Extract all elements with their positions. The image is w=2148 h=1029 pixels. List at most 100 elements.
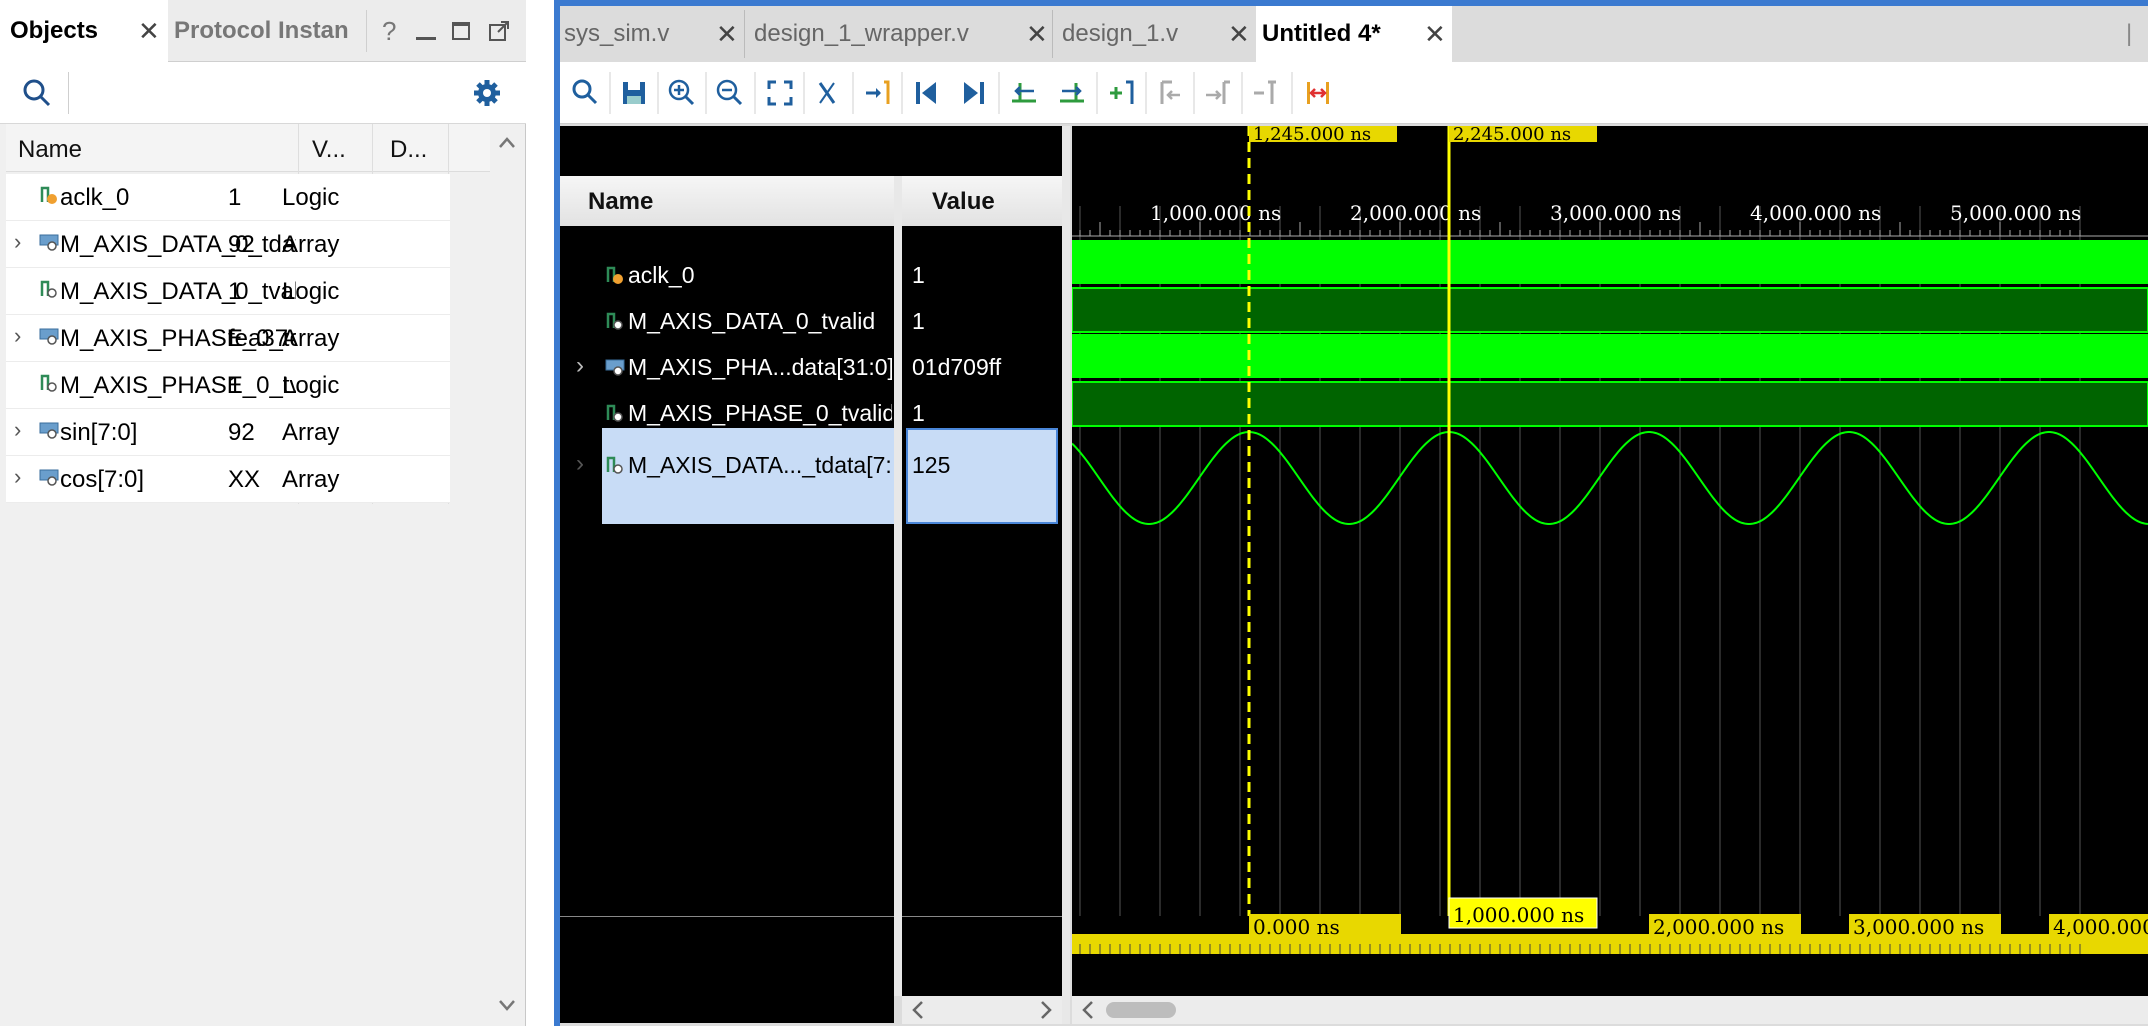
- go-to-cursor-icon[interactable]: [866, 80, 890, 104]
- gear-icon[interactable]: [462, 68, 512, 118]
- logic-signal-icon: [38, 278, 60, 307]
- primary-cursor-label: 1,245.000 ns: [1253, 126, 1371, 145]
- cursor-snap-icon[interactable]: [818, 82, 836, 104]
- chevron-right-icon[interactable]: ›: [14, 464, 21, 490]
- cursor-delta-label: 1,000.000 ns: [1453, 903, 1584, 927]
- close-icon[interactable]: ✕: [138, 16, 160, 47]
- delta-marker-label: 0.000 ns: [1253, 915, 1340, 939]
- objects-vertical-scrollbar[interactable]: [492, 124, 522, 1024]
- chevron-right-icon[interactable]: ›: [576, 450, 584, 478]
- chevron-right-icon[interactable]: ›: [14, 229, 21, 255]
- search-icon[interactable]: [572, 79, 598, 105]
- signal-name[interactable]: M_AXIS_PHA...data[31:0]: [628, 354, 892, 381]
- m-axis-phase-tdata-waveform: [1072, 334, 2148, 378]
- maximize-icon[interactable]: [446, 0, 482, 62]
- bus-signal-icon: [38, 419, 60, 448]
- signal-name[interactable]: M_AXIS_DATA_0_tvalid: [628, 308, 892, 335]
- value-wave-splitter[interactable]: [1062, 126, 1070, 1024]
- close-icon[interactable]: ✕: [1026, 19, 1048, 50]
- zoom-in-icon[interactable]: [668, 79, 695, 106]
- tab-design-1[interactable]: design_1.v ✕: [1058, 6, 1254, 62]
- signal-name-pane: [560, 126, 894, 1023]
- object-type: Array: [282, 466, 340, 493]
- waveform-display[interactable]: 1,000.000 ns 2,000.000 ns 3,000.000 ns 4,00…: [1072, 126, 2148, 996]
- close-icon[interactable]: ✕: [716, 19, 738, 50]
- object-row[interactable]: M_AXIS_PHASE_0_tvalid1Logic: [6, 362, 450, 409]
- tab-design-1-wrapper[interactable]: design_1_wrapper.v ✕: [750, 6, 1050, 62]
- signal-value: 1: [912, 262, 925, 288]
- next-transition-icon[interactable]: [1060, 83, 1084, 103]
- previous-transition-icon[interactable]: [1012, 83, 1036, 103]
- column-header-value[interactable]: V...: [312, 136, 346, 164]
- chevron-right-icon[interactable]: ›: [14, 323, 21, 349]
- object-row[interactable]: › cos[7:0] XX Array: [6, 456, 450, 503]
- next-marker-icon[interactable]: [1206, 80, 1230, 104]
- waveform-horizontal-scrollbar[interactable]: [1072, 996, 2148, 1024]
- float-window-icon[interactable]: [482, 0, 518, 62]
- tab-design-1-label: design_1.v: [1062, 20, 1179, 47]
- signal-value: 1: [912, 400, 925, 426]
- close-icon[interactable]: ✕: [1424, 19, 1446, 50]
- value-column-header[interactable]: Value: [902, 176, 1062, 226]
- search-icon[interactable]: [12, 68, 62, 118]
- signal-value-pane: [902, 126, 1062, 1023]
- help-icon[interactable]: ?: [376, 0, 412, 62]
- previous-marker-icon[interactable]: [1160, 80, 1180, 104]
- time-ruler-label: 4,000.000 ns: [1750, 201, 1881, 225]
- go-to-start-icon[interactable]: [916, 82, 936, 104]
- delete-marker-icon[interactable]: [1254, 80, 1276, 104]
- signal-name[interactable]: M_AXIS_PHASE_0_tvalid: [628, 400, 892, 427]
- objects-toolbar: [0, 62, 526, 124]
- value-horizontal-scrollbar[interactable]: [902, 996, 1062, 1024]
- object-row[interactable]: aclk_0 1 Logic: [6, 174, 450, 221]
- go-to-end-icon[interactable]: [964, 82, 984, 104]
- tab-untitled-4[interactable]: Untitled 4* ✕: [1256, 6, 1452, 62]
- object-type: Array: [282, 231, 340, 258]
- minimize-icon[interactable]: [410, 0, 446, 62]
- add-marker-icon[interactable]: [1110, 80, 1134, 104]
- chevron-right-icon[interactable]: ›: [14, 417, 21, 443]
- signal-name[interactable]: M_AXIS_DATA..._tdata[7:0]: [628, 452, 892, 479]
- tab-objects[interactable]: Objects ✕: [0, 0, 168, 62]
- column-header-name[interactable]: Name: [18, 136, 82, 164]
- tab-protocol-instances[interactable]: Protocol Instan: [168, 0, 364, 62]
- m-axis-phase-tvalid-waveform: [1072, 381, 2148, 427]
- object-type: Logic: [282, 184, 340, 211]
- delta-marker-label: 2,000.000 ns: [1653, 915, 1784, 939]
- object-row[interactable]: ›M_AXIS_PHASE_0_tdata[31:0]fea37Array: [6, 315, 450, 362]
- object-type: Array: [282, 419, 340, 446]
- signal-value: 1: [912, 308, 925, 334]
- name-column-header[interactable]: Name: [560, 176, 894, 226]
- object-row[interactable]: › sin[7:0] 92 Array: [6, 409, 450, 456]
- column-header-type[interactable]: D...: [390, 136, 427, 164]
- zoom-fit-icon[interactable]: [767, 80, 793, 106]
- waveform-toolbar: [560, 62, 2148, 124]
- object-row[interactable]: ›M_AXIS_DATA_0_tdata[15:0]92Array: [6, 221, 450, 268]
- object-row[interactable]: M_AXIS_DATA_0_tvalid 1 Logic: [6, 268, 450, 315]
- save-icon[interactable]: [623, 82, 645, 104]
- tab-sys-sim-label: sys_sim.v: [564, 20, 670, 47]
- aclk-0-waveform: [1072, 240, 2148, 284]
- objects-tab-bar: Objects ✕ Protocol Instan ?: [0, 0, 526, 62]
- object-type: Logic: [282, 372, 340, 399]
- zoom-out-icon[interactable]: [716, 79, 743, 106]
- close-icon[interactable]: ✕: [1228, 19, 1250, 50]
- logic-signal-icon: [604, 310, 626, 337]
- delta-marker-label: 3,000.000 ns: [1853, 915, 1984, 939]
- clock-signal-icon: [604, 264, 626, 291]
- name-value-splitter[interactable]: [894, 176, 902, 996]
- value-column-label: Value: [932, 188, 995, 215]
- signal-name[interactable]: aclk_0: [628, 262, 892, 289]
- panel-more-icon[interactable]: |: [2126, 6, 2148, 62]
- tab-design-1-wrapper-label: design_1_wrapper.v: [754, 20, 969, 47]
- tab-sys-sim[interactable]: sys_sim.v ✕: [560, 6, 740, 62]
- logic-signal-icon: [38, 372, 60, 401]
- object-type: Logic: [282, 278, 340, 305]
- chevron-right-icon[interactable]: ›: [576, 352, 584, 380]
- bus-signal-icon: [604, 454, 626, 481]
- tab-protocol-label: Protocol Instan: [174, 17, 349, 44]
- swap-cursors-icon[interactable]: [1307, 82, 1329, 104]
- signal-value: 125: [912, 452, 951, 478]
- tab-objects-label: Objects: [10, 17, 99, 44]
- bus-signal-icon: [38, 466, 60, 495]
